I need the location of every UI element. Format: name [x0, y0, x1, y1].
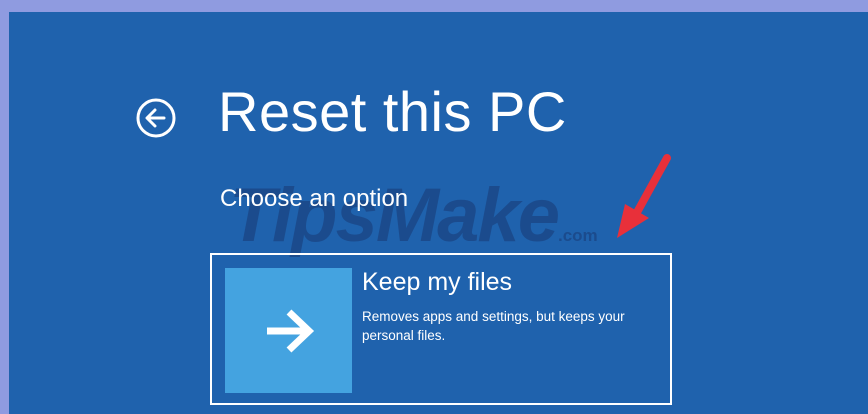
keep-my-files-option[interactable]: Keep my files Removes apps and settings,…: [210, 253, 672, 405]
back-button[interactable]: [134, 96, 178, 140]
watermark-suffix: .com: [557, 226, 598, 245]
page-title: Reset this PC: [218, 80, 567, 143]
option-title: Keep my files: [362, 268, 513, 296]
arrow-right-icon: [267, 309, 315, 353]
reset-pc-screen: TipsMake.com Reset this PC Choose an opt…: [9, 12, 868, 414]
page-subtitle: Choose an option: [220, 185, 409, 212]
option-description: Removes apps and settings, but keeps you…: [362, 309, 625, 343]
back-arrow-circle-icon: [136, 98, 176, 138]
option-tile: [225, 268, 352, 393]
annotation-arrow-icon: [609, 152, 689, 247]
